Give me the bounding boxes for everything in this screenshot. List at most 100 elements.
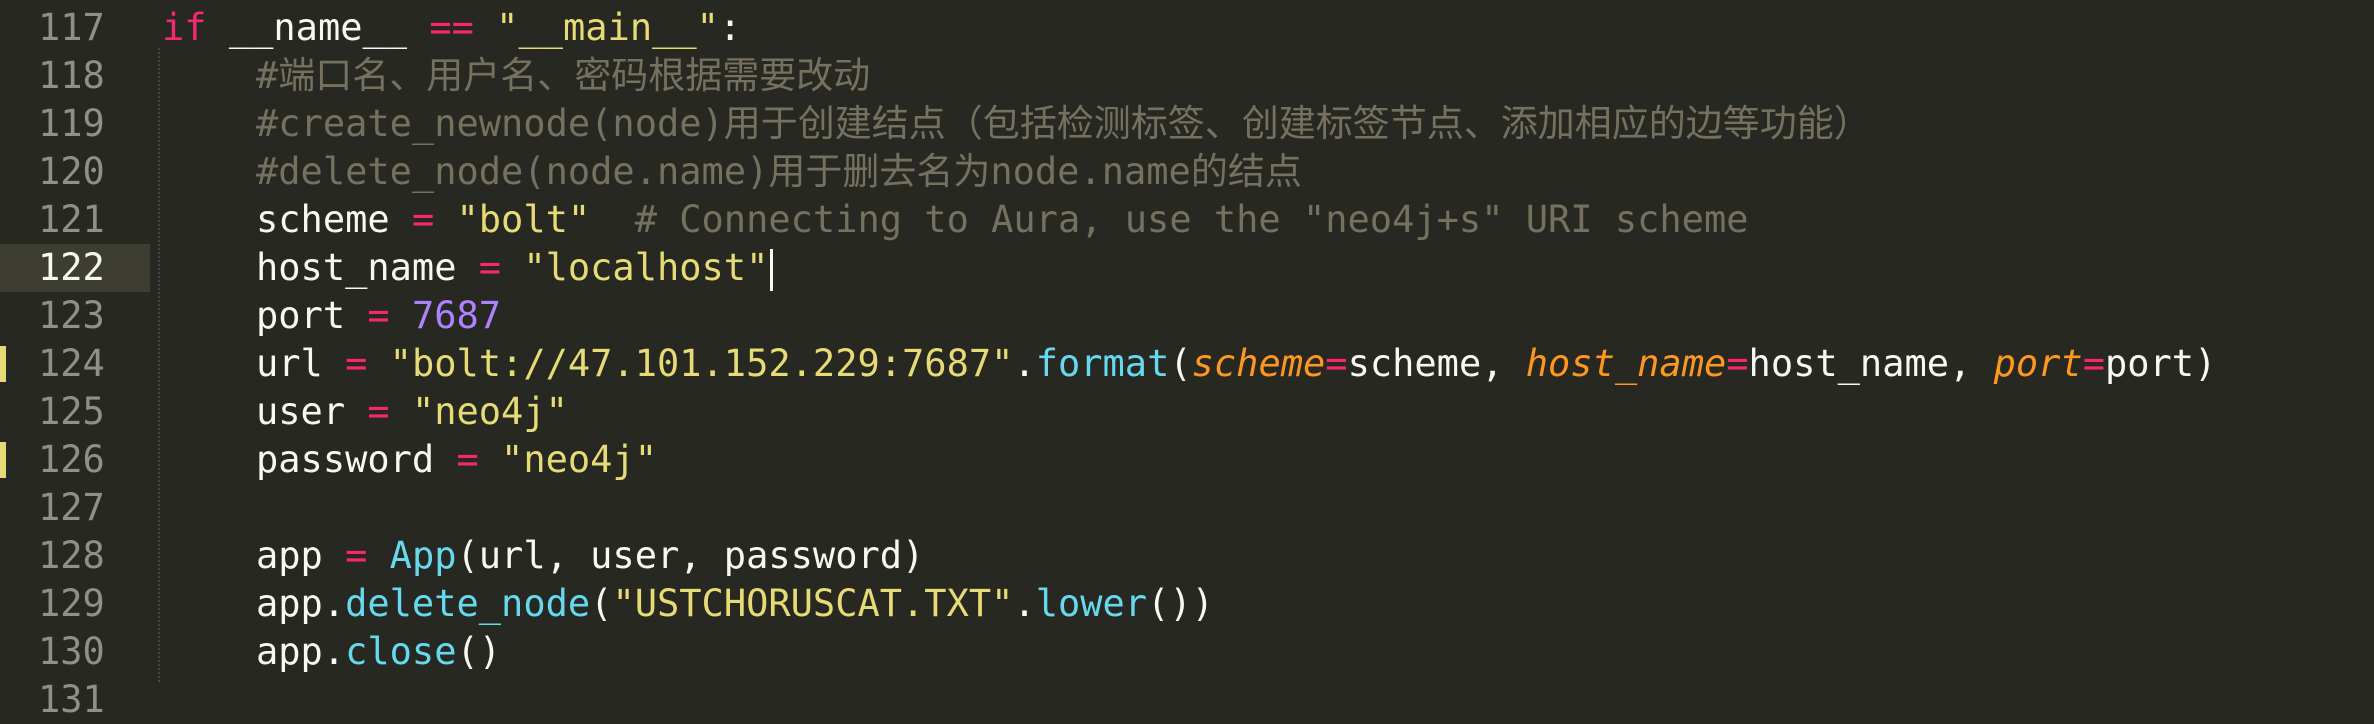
method-token: format: [1035, 342, 1170, 385]
line-number: 125: [38, 390, 105, 433]
string-token: "bolt": [456, 198, 591, 241]
method-token: lower: [1035, 582, 1148, 625]
text-caret: [770, 248, 774, 291]
comment-token[interactable]: #create_newnode(node)用于创建结点（包括检测标签、创建标签节…: [256, 100, 1871, 148]
line-number: 123: [38, 294, 105, 337]
operator-token: =: [456, 438, 479, 481]
punctuation-token: .: [1013, 582, 1036, 625]
comment-token[interactable]: #端口名、用户名、密码根据需要改动: [256, 52, 870, 100]
operator-token: =: [345, 342, 368, 385]
code-line[interactable]: 118 #端口名、用户名、密码根据需要改动: [0, 52, 2374, 100]
code-line[interactable]: 130 app.close(): [0, 628, 2374, 676]
line-number: 119: [38, 102, 105, 145]
code-text[interactable]: if __name__ == "__main__":: [162, 4, 741, 52]
string-token: "localhost": [523, 246, 769, 289]
line-number: 117: [38, 6, 105, 49]
identifier-token: host_name: [256, 246, 479, 289]
code-line[interactable]: 131: [0, 676, 2374, 724]
line-number: 122: [38, 246, 105, 289]
operator-token: =: [478, 246, 502, 289]
identifier-token: port): [2104, 342, 2217, 385]
method-token: delete_node: [345, 582, 591, 625]
identifier-token: port: [256, 294, 368, 337]
line-number: 131: [38, 678, 105, 721]
identifier-token: scheme,: [1347, 342, 1526, 385]
operator-token: =: [1325, 342, 1348, 385]
line-number: 128: [38, 534, 105, 577]
string-token: "neo4j": [411, 390, 568, 433]
identifier-token: password: [256, 438, 457, 481]
parameter-token: port: [1993, 342, 2083, 385]
operator-token: =: [1726, 342, 1749, 385]
code-line[interactable]: 120 #delete_node(node.name)用于删去名为node.na…: [0, 148, 2374, 196]
punctuation-token: (): [456, 630, 502, 673]
comment-token[interactable]: #delete_node(node.name)用于删去名为node.name的结…: [256, 148, 1302, 196]
code-text[interactable]: app = App(url, user, password): [256, 532, 924, 580]
code-line[interactable]: 124 url = "bolt://47.101.152.229:7687".f…: [0, 340, 2374, 388]
code-text[interactable]: user = "neo4j": [256, 388, 568, 436]
code-line[interactable]: 128 app = App(url, user, password): [0, 532, 2374, 580]
arguments-token: (url, user, password): [456, 534, 925, 577]
line-number: 120: [38, 150, 105, 193]
string-token: "bolt://47.101.152.229:7687": [389, 342, 1014, 385]
code-line[interactable]: 119 #create_newnode(node)用于创建结点（包括检测标签、创…: [0, 100, 2374, 148]
operator-token: =: [345, 534, 368, 577]
operator-token: =: [411, 198, 435, 241]
code-line[interactable]: 126 password = "neo4j": [0, 436, 2374, 484]
operator-token: ==: [429, 6, 474, 49]
method-token: close: [345, 630, 457, 673]
line-number: 130: [38, 630, 105, 673]
code-text[interactable]: url = "bolt://47.101.152.229:7687".forma…: [256, 340, 2216, 388]
modified-line-marker: [0, 442, 6, 478]
punctuation-token: (: [1169, 342, 1192, 385]
number-token: 7687: [411, 294, 502, 337]
parameter-token: scheme: [1191, 342, 1326, 385]
code-text[interactable]: password = "neo4j": [256, 436, 657, 484]
code-text[interactable]: scheme = "bolt" # Connecting to Aura, us…: [256, 196, 1749, 244]
line-number: 118: [38, 54, 105, 97]
line-number: 124: [38, 342, 105, 385]
identifier-token: user: [256, 390, 368, 433]
line-number: 121: [38, 198, 105, 241]
code-line[interactable]: 125 user = "neo4j": [0, 388, 2374, 436]
comment-token: # Connecting to Aura, use the "neo4j+s" …: [590, 198, 1749, 241]
identifier-token: __name__: [206, 6, 430, 49]
keyword-token: if: [162, 6, 207, 49]
line-number: 126: [38, 438, 105, 481]
code-text[interactable]: app.delete_node("USTCHORUSCAT.TXT".lower…: [256, 580, 1214, 628]
string-token: "USTCHORUSCAT.TXT": [612, 582, 1014, 625]
code-line[interactable]: 129 app.delete_node("USTCHORUSCAT.TXT".l…: [0, 580, 2374, 628]
identifier-token: app.: [256, 630, 346, 673]
class-token: App: [389, 534, 457, 577]
code-editor[interactable]: 117 if __name__ == "__main__": 118 #端口名、…: [0, 0, 2374, 723]
punctuation-token: ()): [1147, 582, 1214, 625]
code-line-active[interactable]: 122 host_name = "localhost": [0, 244, 2374, 292]
code-line[interactable]: 121 scheme = "bolt" # Connecting to Aura…: [0, 196, 2374, 244]
code-text[interactable]: port = 7687: [256, 292, 501, 340]
code-text[interactable]: app.close(): [256, 628, 501, 676]
punctuation-token: (: [590, 582, 613, 625]
identifier-token: scheme: [256, 198, 412, 241]
code-line[interactable]: 123 port = 7687: [0, 292, 2374, 340]
identifier-token: app.: [256, 582, 346, 625]
line-number: 127: [38, 486, 105, 529]
operator-token: =: [367, 294, 390, 337]
string-token: "__main__": [496, 6, 719, 49]
code-line[interactable]: 117 if __name__ == "__main__":: [0, 4, 2374, 52]
identifier-token: url: [256, 342, 346, 385]
modified-line-marker: [0, 346, 6, 382]
parameter-token: host_name: [1525, 342, 1727, 385]
code-line[interactable]: 127: [0, 484, 2374, 532]
code-text[interactable]: host_name = "localhost": [256, 244, 774, 292]
punctuation-token: :: [718, 6, 742, 49]
operator-token: =: [2082, 342, 2105, 385]
identifier-token: host_name,: [1748, 342, 1994, 385]
identifier-token: app: [256, 534, 346, 577]
